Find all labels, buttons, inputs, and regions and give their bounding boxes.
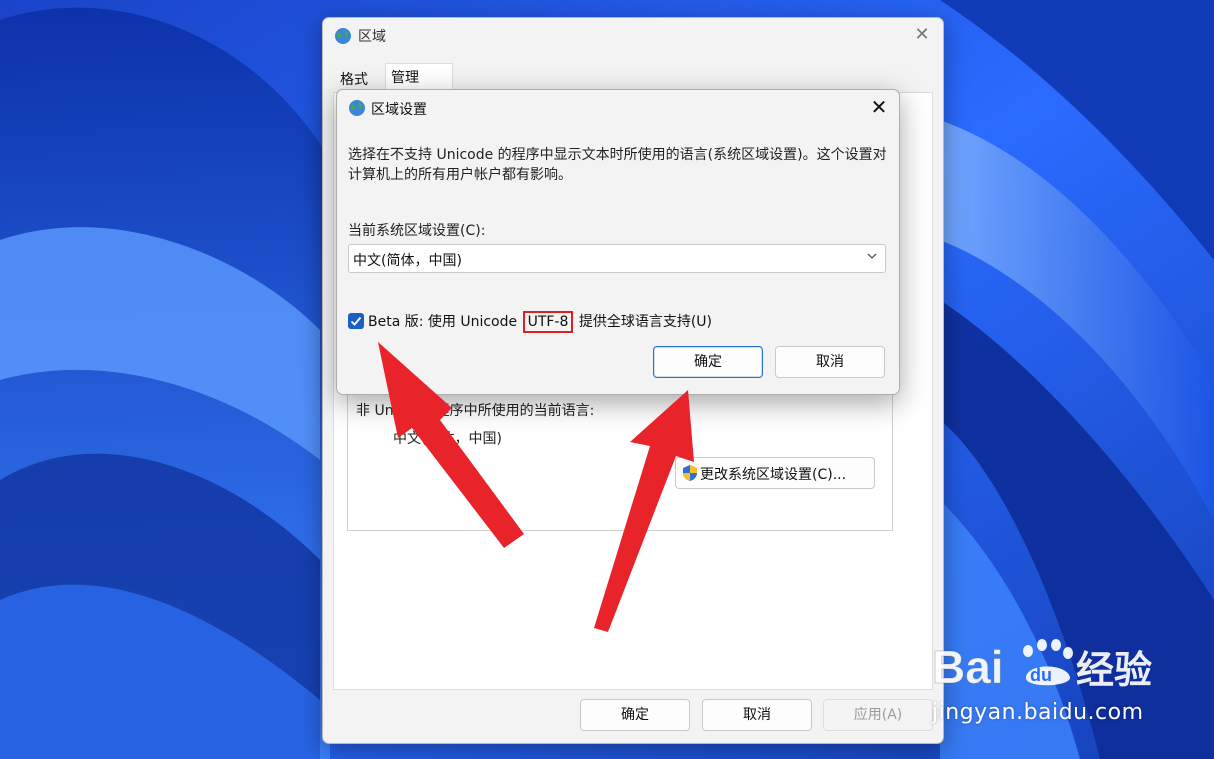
change-system-locale-button[interactable]: 更改系统区域设置(C)... xyxy=(675,457,875,489)
dialog-cancel-button[interactable]: 取消 xyxy=(775,346,885,378)
non-unicode-label: 非 Unicode 程序中所使用的当前语言: xyxy=(356,403,595,419)
current-language-value: 中文(简体，中国) xyxy=(393,431,502,447)
checkmark-icon xyxy=(350,316,362,326)
system-locale-select[interactable]: 中文(简体，中国) xyxy=(348,244,886,273)
chevron-down-icon xyxy=(867,253,877,259)
dialog-close-icon[interactable]: ✕ xyxy=(867,96,891,120)
window-title: 区域 xyxy=(358,29,386,45)
non-unicode-group: 非 Unicode 程序中所使用的当前语言: 中文(简体，中国) 更改系统区域设… xyxy=(347,393,893,531)
globe-icon xyxy=(335,28,351,44)
change-system-locale-label: 更改系统区域设置(C)... xyxy=(700,467,847,483)
baidu-logo: Bai du 经验 xyxy=(932,639,1152,694)
svg-text:Bai: Bai xyxy=(932,641,1004,693)
utf8-checkbox[interactable] xyxy=(348,313,364,329)
dialog-ok-button[interactable]: 确定 xyxy=(653,346,763,378)
baidu-watermark: Bai du 经验 jingyan.baidu.com xyxy=(930,625,1210,730)
globe-icon xyxy=(349,100,365,116)
utf8-checkbox-label[interactable]: Beta 版: 使用 Unicode UTF-8 提供全球语言支持(U) xyxy=(368,311,713,333)
watermark-url: jingyan.baidu.com xyxy=(932,700,1144,725)
apply-button[interactable]: 应用(A) xyxy=(823,699,933,731)
system-locale-value: 中文(简体，中国) xyxy=(353,253,462,269)
svg-text:du: du xyxy=(1030,665,1052,685)
outer-ok-button[interactable]: 确定 xyxy=(580,699,690,731)
uac-shield-icon xyxy=(683,465,697,481)
utf8-label-before: Beta 版: 使用 Unicode xyxy=(368,314,522,330)
close-icon[interactable]: ✕ xyxy=(911,24,933,46)
utf8-highlight: UTF-8 xyxy=(522,311,574,333)
svg-text:经验: 经验 xyxy=(1076,648,1152,692)
current-locale-label: 当前系统区域设置(C): xyxy=(348,223,486,239)
title-bar: 区域 ✕ xyxy=(323,18,943,54)
dialog-title: 区域设置 xyxy=(371,102,427,118)
utf8-label-after: 提供全球语言支持(U) xyxy=(574,314,713,330)
region-settings-dialog: 区域设置 ✕ 选择在不支持 Unicode 的程序中显示文本时所使用的语言(系统… xyxy=(336,89,900,395)
outer-cancel-button[interactable]: 取消 xyxy=(702,699,812,731)
dialog-description: 选择在不支持 Unicode 的程序中显示文本时所使用的语言(系统区域设置)。这… xyxy=(348,147,887,183)
